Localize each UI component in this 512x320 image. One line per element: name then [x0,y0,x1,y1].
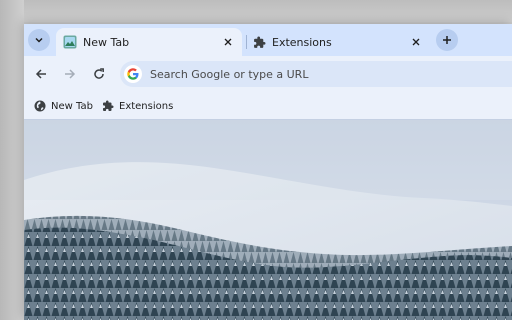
new-tab-favicon-icon [63,35,77,49]
new-tab-button[interactable] [436,29,458,51]
close-icon [224,38,232,46]
omnibox[interactable] [120,61,512,87]
bookmark-label: Extensions [119,100,174,112]
tab-close-button[interactable] [408,34,424,50]
toolbar [24,56,512,92]
bookmarks-bar: New Tab Extensions [24,92,512,120]
puzzle-icon [103,100,114,111]
puzzle-icon [254,36,266,48]
bookmark-new-tab[interactable]: New Tab [34,97,93,115]
google-g-icon [124,65,142,83]
tab-extensions[interactable]: Extensions [246,28,430,56]
arrow-left-icon [35,69,46,79]
reload-icon [94,68,104,79]
chevron-down-icon [35,37,43,43]
close-icon [412,38,420,46]
tab-label: New Tab [83,35,130,49]
plus-icon [443,36,451,44]
browser-window: New Tab Extensions Search Google or type… [24,24,512,320]
address-input[interactable] [150,67,450,81]
tab-new-tab[interactable]: New Tab [56,28,242,56]
globe-icon [34,100,46,112]
tab-strip: New Tab Extensions [24,24,512,56]
bookmark-extensions[interactable]: Extensions [102,97,173,115]
desktop-backdrop [0,0,512,22]
tab-search-button[interactable] [28,29,50,51]
back-button[interactable] [29,62,53,86]
reload-button[interactable] [87,62,111,86]
bookmark-label: New Tab [51,100,93,112]
desktop-backdrop-left [0,0,24,320]
new-tab-background-image [24,120,512,320]
tab-close-button[interactable] [220,34,236,50]
tab-label: Extensions [272,35,332,49]
arrow-right-icon [65,69,76,79]
forward-button[interactable] [58,62,82,86]
